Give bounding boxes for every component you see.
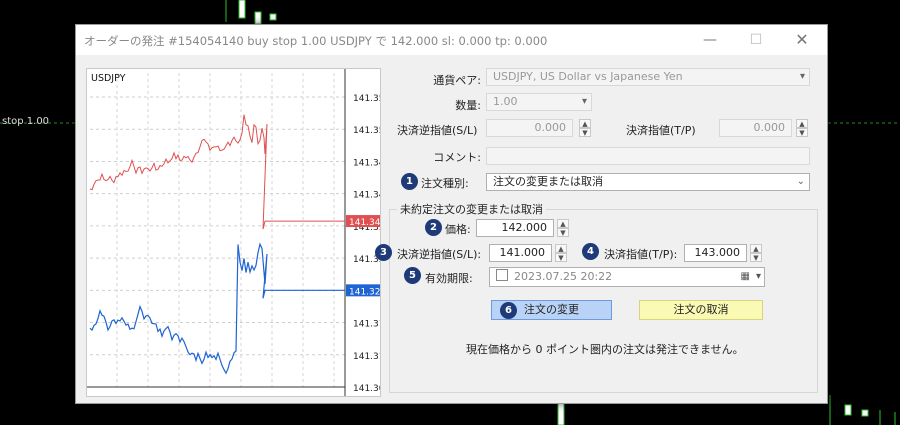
pending-tp-spinner[interactable]: ▲ ▼	[750, 244, 762, 262]
symbol-select[interactable]: USDJPY, US Dollar vs Japanese Yen ▾	[486, 68, 810, 86]
badge-5: 5	[404, 267, 421, 284]
volume-label: 数量:	[455, 99, 481, 112]
chart-symbol: USDJPY	[91, 73, 126, 84]
expiry-field[interactable]: 2023.07.25 20:22 ▦ ▾	[489, 267, 765, 287]
close-button[interactable]: ✕	[782, 25, 822, 55]
pending-sl-spinner[interactable]: ▲ ▼	[555, 244, 567, 262]
order-type-select[interactable]: 注文の変更または取消 ⌄	[486, 173, 810, 191]
group-title: 未約定注文の変更または取消	[397, 201, 546, 217]
modify-order-button[interactable]: 6 注文の変更	[491, 300, 612, 320]
expiry-checkbox[interactable]	[496, 269, 508, 281]
expiry-value: 2023.07.25 20:22	[514, 270, 613, 283]
badge-4: 4	[582, 243, 599, 260]
pending-sl-field[interactable]: 141.000	[489, 244, 552, 262]
price-tick-label: 141.351	[353, 126, 380, 136]
order-type-value: 注文の変更または取消	[493, 175, 603, 188]
expiry-label: 有効期限:	[425, 272, 473, 285]
bid-price-box-label: 141.325	[349, 287, 380, 297]
stop-label: stop 1.00	[2, 116, 50, 127]
price-tick-label: 141.346	[353, 158, 380, 168]
bid-line	[89, 242, 345, 375]
pending-sl-label: 決済逆指値(S/L):	[397, 248, 482, 261]
chevron-down-icon[interactable]: ▾	[756, 268, 761, 286]
symbol-value: USDJPY, US Dollar vs Japanese Yen	[493, 70, 683, 83]
price-tick-label: 141.309	[353, 384, 380, 394]
sl-spinner[interactable]: ▲ ▼	[579, 119, 591, 137]
badge-3: 3	[375, 244, 392, 261]
tp-label: 決済指値(T/P)	[626, 124, 696, 137]
calendar-icon[interactable]: ▦	[741, 268, 750, 286]
volume-field[interactable]: 1.00 ▾	[486, 93, 592, 111]
price-label: 価格:	[445, 223, 471, 236]
price-tick-label: 141.356	[353, 94, 380, 104]
ask-line	[89, 114, 345, 230]
chevron-down-icon: ⌄	[796, 176, 805, 187]
status-message: 現在価格から 0 ポイント圏内の注文は発注できません。	[466, 343, 744, 356]
price-spinner[interactable]: ▲ ▼	[557, 219, 569, 237]
badge-6: 6	[500, 302, 517, 319]
price-field[interactable]: 142.000	[476, 219, 554, 237]
sl-field[interactable]: 0.000	[486, 119, 573, 137]
sl-label: 決済逆指値(S/L)	[397, 124, 478, 137]
badge-2: 2	[425, 219, 442, 236]
price-tick-label: 141.319	[353, 320, 380, 330]
comment-label: コメント:	[433, 151, 481, 164]
chevron-down-icon: ▾	[799, 71, 805, 82]
tp-spinner[interactable]: ▲ ▼	[796, 119, 808, 137]
pending-tp-label: 決済指値(T/P):	[604, 248, 678, 261]
dialog-title: オーダーの発注 #154054140 buy stop 1.00 USDJPY …	[84, 34, 548, 48]
comment-field[interactable]	[486, 147, 810, 165]
pending-tp-field[interactable]: 143.000	[684, 244, 747, 262]
badge-1: 1	[401, 173, 418, 190]
order-dialog: オーダーの発注 #154054140 buy stop 1.00 USDJPY …	[75, 24, 828, 404]
modify-order-label: 注文の変更	[524, 303, 579, 316]
symbol-label: 通貨ペア:	[433, 74, 481, 87]
volume-value: 1.00	[493, 95, 518, 108]
tp-field[interactable]: 0.000	[719, 119, 792, 137]
tick-chart: 141.356141.351141.346141.340141.335141.3…	[86, 68, 381, 397]
cancel-order-button[interactable]: 注文の取消	[639, 300, 763, 320]
tick-chart-canvas: 141.356141.351141.346141.340141.335141.3…	[87, 69, 380, 396]
title-bar: オーダーの発注 #154054140 buy stop 1.00 USDJPY …	[76, 25, 827, 55]
minimize-button[interactable]: —	[690, 25, 730, 55]
chevron-down-icon: ▾	[581, 96, 587, 107]
price-tick-label: 141.314	[353, 352, 380, 362]
ask-price-box-label: 141.348	[349, 218, 380, 228]
order-type-label: 注文種別:	[421, 177, 469, 190]
maximize-button[interactable]: ☐	[736, 25, 776, 55]
price-tick-label: 141.340	[353, 191, 380, 201]
